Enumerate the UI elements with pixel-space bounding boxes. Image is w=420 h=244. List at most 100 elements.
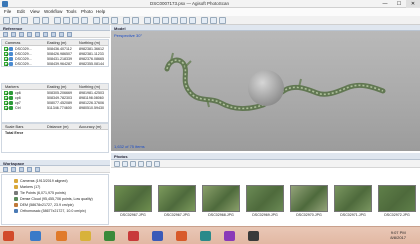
column-header[interactable]: Northing (m): [79, 85, 100, 89]
move-region-icon[interactable]: [93, 17, 100, 24]
rotate-region-icon[interactable]: [111, 17, 118, 24]
enable-items-icon[interactable]: [35, 167, 40, 172]
update-icon[interactable]: [35, 32, 40, 37]
export-icon[interactable]: [11, 32, 16, 37]
delete-selection-icon[interactable]: [123, 17, 130, 24]
open-project-icon[interactable]: [12, 17, 19, 24]
add-folder-icon[interactable]: [19, 167, 24, 172]
tree-item-dem[interactable]: DEM (58678x21727, 23.9 cm/pix): [2, 202, 108, 207]
photo-thumbnail[interactable]: [114, 185, 152, 212]
column-header[interactable]: Easting (m): [47, 85, 66, 89]
model-viewport[interactable]: Perspective 30° 1,632 of 75 items: [111, 31, 420, 151]
rectangle-selection-icon[interactable]: [63, 17, 70, 24]
remove-items-icon[interactable]: [27, 167, 32, 172]
resize-region-icon[interactable]: [102, 17, 109, 24]
redo-icon[interactable]: [42, 17, 49, 24]
solid-model-icon[interactable]: [171, 17, 178, 24]
column-header[interactable]: Markers: [5, 85, 19, 89]
powerpoint-icon[interactable]: [176, 231, 187, 241]
start-icon[interactable]: [3, 231, 14, 241]
minimize-button[interactable]: —: [378, 0, 392, 8]
media-player-icon[interactable]: [56, 231, 67, 241]
table-row[interactable]: Total Error: [2, 130, 108, 135]
zoom-in-icon[interactable]: [138, 160, 144, 167]
view-mode-icon[interactable]: [154, 160, 160, 167]
rotate-right-icon[interactable]: [130, 160, 136, 167]
add-chunk-icon[interactable]: [3, 167, 8, 172]
checkbox[interactable]: [4, 61, 8, 66]
column-header[interactable]: Scale Bars: [5, 125, 23, 129]
checkbox[interactable]: [4, 90, 8, 95]
show-markers-icon[interactable]: [210, 17, 217, 24]
rotate-left-icon[interactable]: [122, 160, 128, 167]
column-header[interactable]: Cameras: [5, 41, 20, 45]
table-row[interactable]: Ctrl 511346.774600 8980510.59430: [2, 105, 108, 110]
point-cloud-icon[interactable]: [144, 17, 151, 24]
undo-icon[interactable]: [33, 17, 40, 24]
textured-model-icon[interactable]: [189, 17, 196, 24]
close-button[interactable]: ✕: [406, 0, 420, 8]
photo-thumbnail[interactable]: [290, 185, 328, 212]
dense-cloud-icon[interactable]: [153, 17, 160, 24]
checkbox[interactable]: [4, 105, 8, 110]
maximize-button[interactable]: ☐: [392, 0, 406, 8]
view-estimated-icon[interactable]: [51, 32, 56, 37]
new-project-icon[interactable]: [3, 17, 10, 24]
table-row[interactable]: DSC029... 508439.964287 8982355.08144: [2, 61, 108, 66]
import-icon[interactable]: [3, 32, 8, 37]
photo-thumbnail[interactable]: [334, 185, 372, 212]
photo-thumbnail[interactable]: [202, 185, 240, 212]
menu-view[interactable]: View: [30, 9, 40, 14]
tree-item-markers[interactable]: Markers (17): [2, 184, 108, 189]
tree-item-orthomosaic[interactable]: Orthomosaic (58677x21727, 10.0 cm/pix): [2, 208, 108, 213]
column-header[interactable]: Northing (m): [79, 41, 100, 45]
app-icon[interactable]: [224, 231, 235, 241]
checkbox[interactable]: [4, 56, 8, 61]
workspace-toolbar: [0, 166, 110, 173]
browser-icon[interactable]: [30, 231, 41, 241]
photo-thumbnail[interactable]: [378, 185, 416, 212]
word-icon[interactable]: [152, 231, 163, 241]
remove-photos-icon[interactable]: [114, 160, 120, 167]
view-source-icon[interactable]: [43, 32, 48, 37]
add-photos-icon[interactable]: [11, 167, 16, 172]
navigation-icon[interactable]: [54, 17, 61, 24]
optimize-cameras-icon[interactable]: [27, 32, 32, 37]
checkbox[interactable]: [4, 46, 8, 51]
tree-item-dense-cloud[interactable]: Dense Cloud (95,455,706 points, Low qual…: [2, 196, 108, 201]
tree-item-tie-points[interactable]: Tie Points (6,071,975 points): [2, 190, 108, 195]
reset-view-icon[interactable]: [219, 17, 226, 24]
menu-photo[interactable]: Photo: [81, 9, 93, 14]
column-header[interactable]: Distance (m): [47, 125, 69, 129]
column-header[interactable]: Easting (m): [47, 41, 66, 45]
photoscan-taskbar-icon[interactable]: [200, 231, 211, 241]
tree-item-cameras[interactable]: Cameras (1913/2019 aligned): [2, 178, 108, 183]
free-form-selection-icon[interactable]: [81, 17, 88, 24]
system-clock[interactable]: 9:07 PM 8/8/2017: [390, 230, 406, 240]
menu-help[interactable]: Help: [96, 9, 105, 14]
show-cameras-icon[interactable]: [201, 17, 208, 24]
convert-icon[interactable]: [19, 32, 24, 37]
settings-icon[interactable]: [67, 32, 72, 37]
menu-file[interactable]: File: [4, 9, 11, 14]
view-errors-icon[interactable]: [59, 32, 64, 37]
checkbox[interactable]: [4, 95, 8, 100]
photo-thumbnail[interactable]: [158, 185, 196, 212]
save-project-icon[interactable]: [21, 17, 28, 24]
file-explorer-icon[interactable]: [80, 231, 91, 241]
crop-selection-icon[interactable]: [132, 17, 139, 24]
checkbox[interactable]: [4, 51, 8, 56]
shaded-model-icon[interactable]: [162, 17, 169, 24]
menu-tools[interactable]: Tools: [66, 9, 77, 14]
pdf-reader-icon[interactable]: [128, 231, 139, 241]
zoom-out-icon[interactable]: [146, 160, 152, 167]
excel-icon[interactable]: [104, 231, 115, 241]
photo-thumbnail[interactable]: [246, 185, 284, 212]
menu-workflow[interactable]: Workflow: [44, 9, 62, 14]
terminal-icon[interactable]: [248, 231, 259, 241]
column-header[interactable]: Accuracy (m): [79, 125, 101, 129]
checkbox[interactable]: [4, 100, 8, 105]
wireframe-model-icon[interactable]: [180, 17, 187, 24]
circle-selection-icon[interactable]: [72, 17, 79, 24]
menu-edit[interactable]: Edit: [17, 9, 25, 14]
